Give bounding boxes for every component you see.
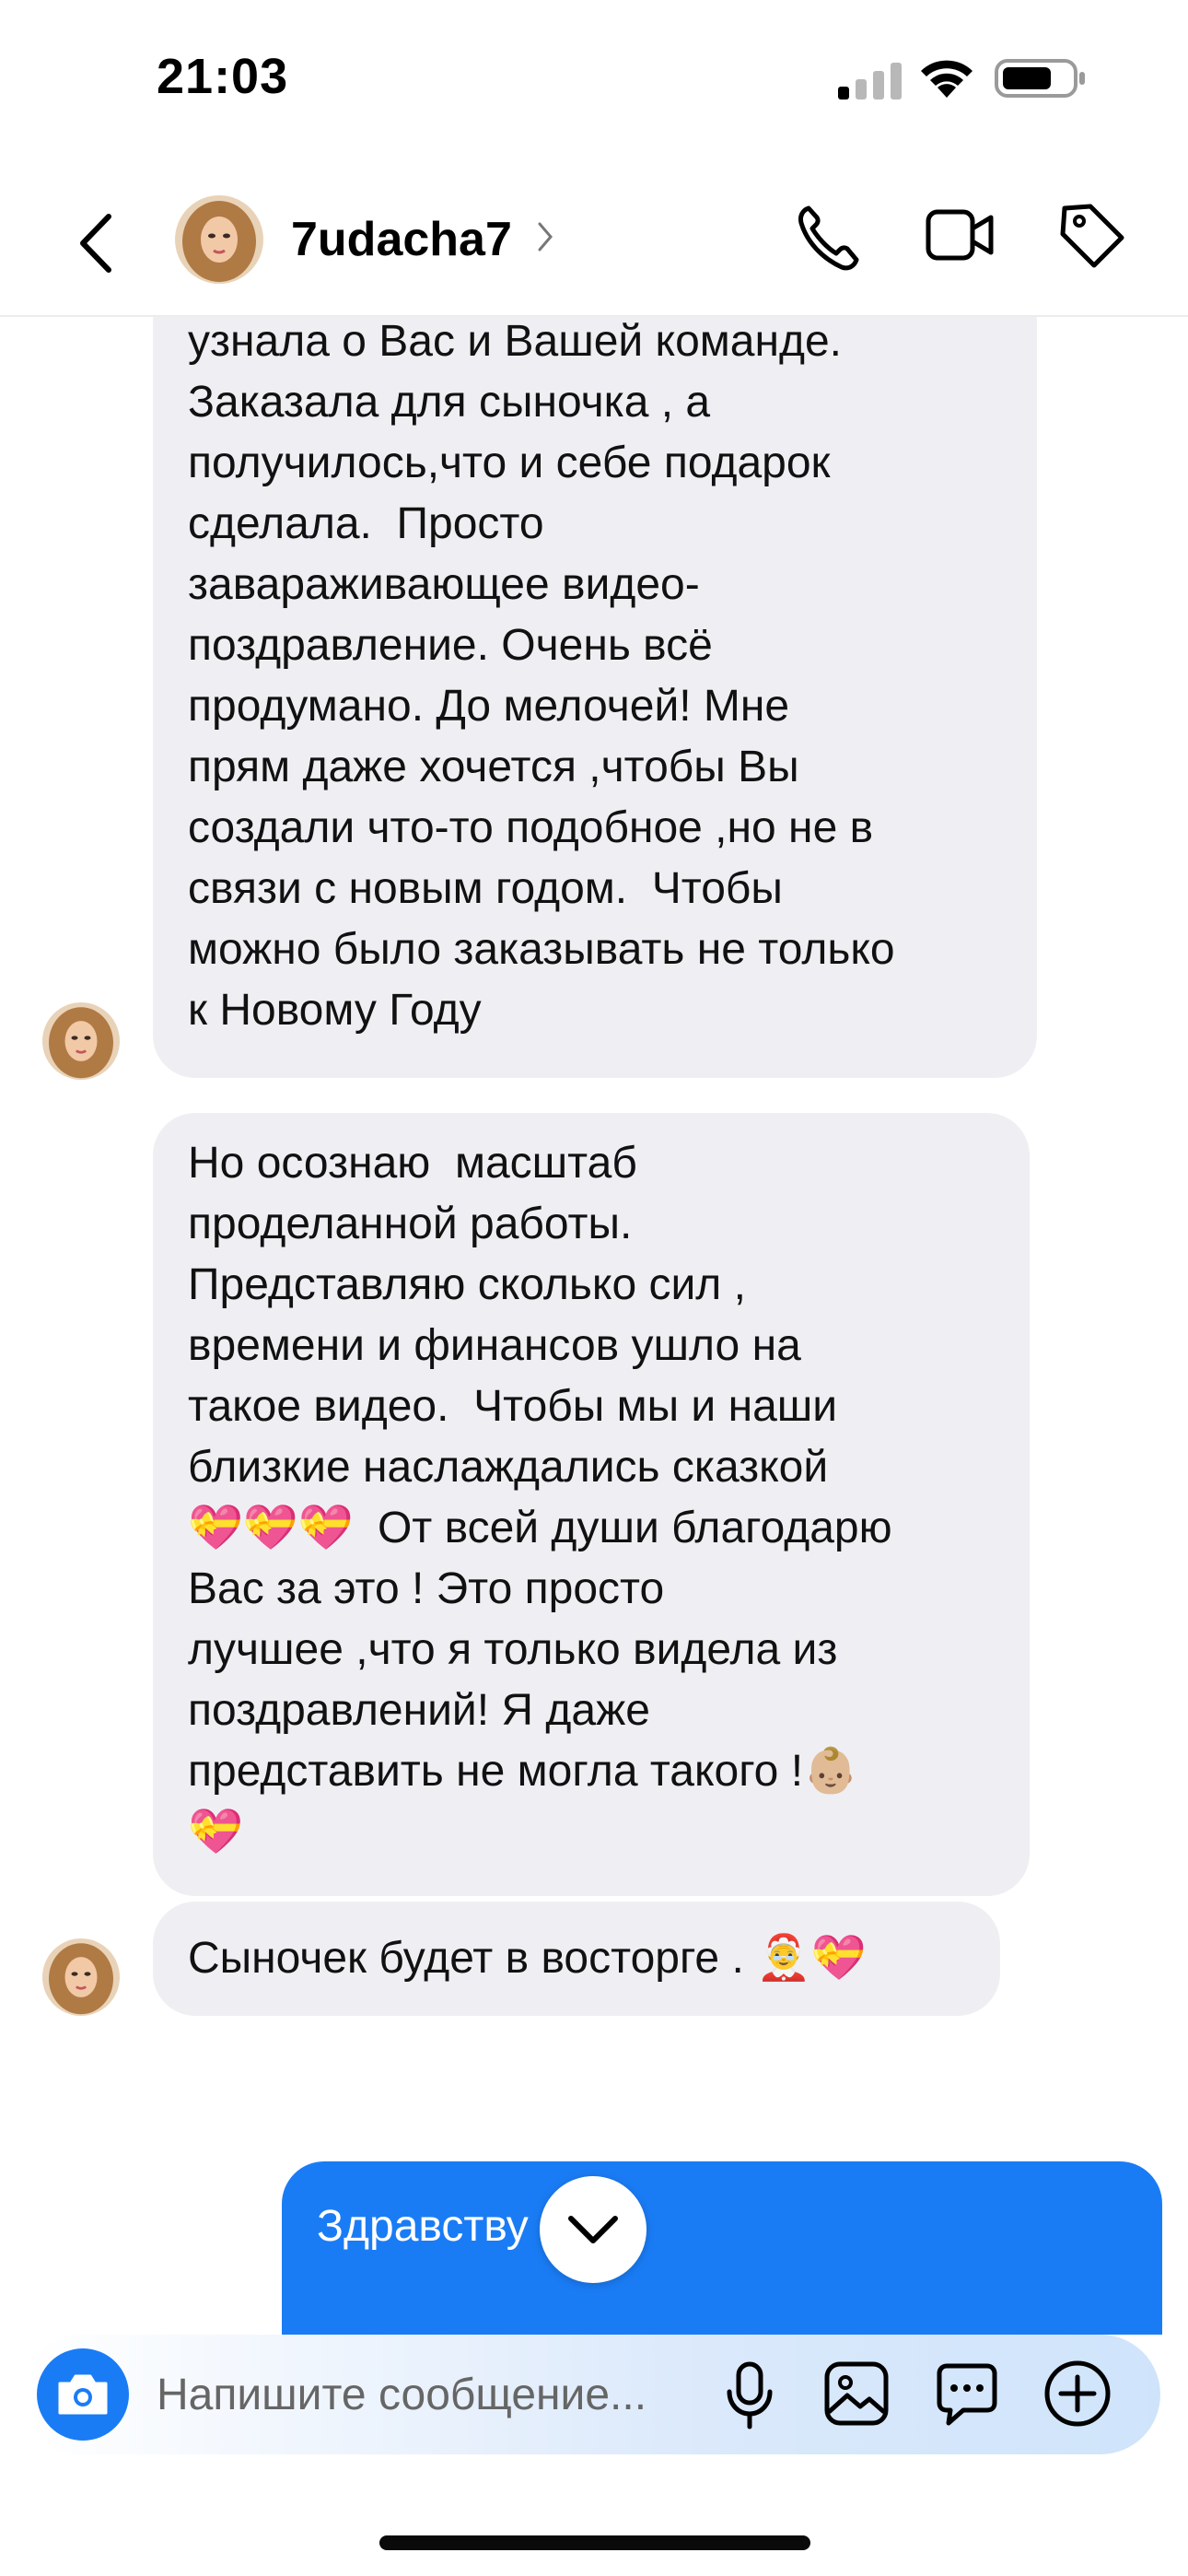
camera-icon	[58, 2374, 108, 2415]
back-icon	[80, 214, 111, 273]
avatar-image	[175, 195, 263, 284]
status-bar: 21:03	[0, 0, 1188, 166]
tag-icon[interactable]	[1059, 201, 1125, 271]
scroll-to-bottom-button[interactable]	[540, 2176, 646, 2283]
chat-header: 7udacha7	[0, 166, 1188, 317]
message-composer	[22, 2335, 1160, 2454]
sticker-icon[interactable]	[934, 2360, 1000, 2427]
camera-button[interactable]	[37, 2348, 129, 2441]
incoming-message[interactable]: Сыночек будет в восторге . 🤶💝	[153, 1902, 1000, 2016]
battery-icon	[995, 59, 1085, 98]
sender-avatar[interactable]	[42, 1002, 120, 1080]
avatar-image	[42, 1002, 120, 1080]
avatar[interactable]	[175, 195, 263, 284]
avatar-image	[42, 1938, 120, 2016]
incoming-message[interactable]: узнала о Вас и Вашей команде. Заказала д…	[153, 317, 1037, 1078]
gallery-icon[interactable]	[823, 2360, 890, 2427]
message-input[interactable]	[157, 2366, 728, 2423]
home-indicator[interactable]	[379, 2535, 810, 2550]
status-time: 21:03	[157, 49, 289, 104]
message-list[interactable]: узнала о Вас и Вашей команде. Заказала д…	[0, 317, 1188, 2335]
chat-username[interactable]: 7udacha7	[291, 212, 512, 267]
phone-icon[interactable]	[796, 203, 862, 273]
microphone-icon[interactable]	[722, 2360, 777, 2430]
plus-circle-icon[interactable]	[1042, 2359, 1112, 2429]
chevron-down-icon	[568, 2216, 618, 2243]
video-camera-icon[interactable]	[925, 205, 995, 265]
incoming-message[interactable]: Но осознаю масштаб проделанной работы. П…	[153, 1113, 1030, 1896]
wifi-icon	[921, 60, 973, 98]
sender-avatar[interactable]	[42, 1938, 120, 2016]
chevron-right-icon	[538, 222, 553, 252]
outgoing-message[interactable]: Здравству 🌹 !	[282, 2161, 1162, 2335]
back-button[interactable]	[68, 206, 123, 280]
signal-icon	[838, 63, 902, 100]
